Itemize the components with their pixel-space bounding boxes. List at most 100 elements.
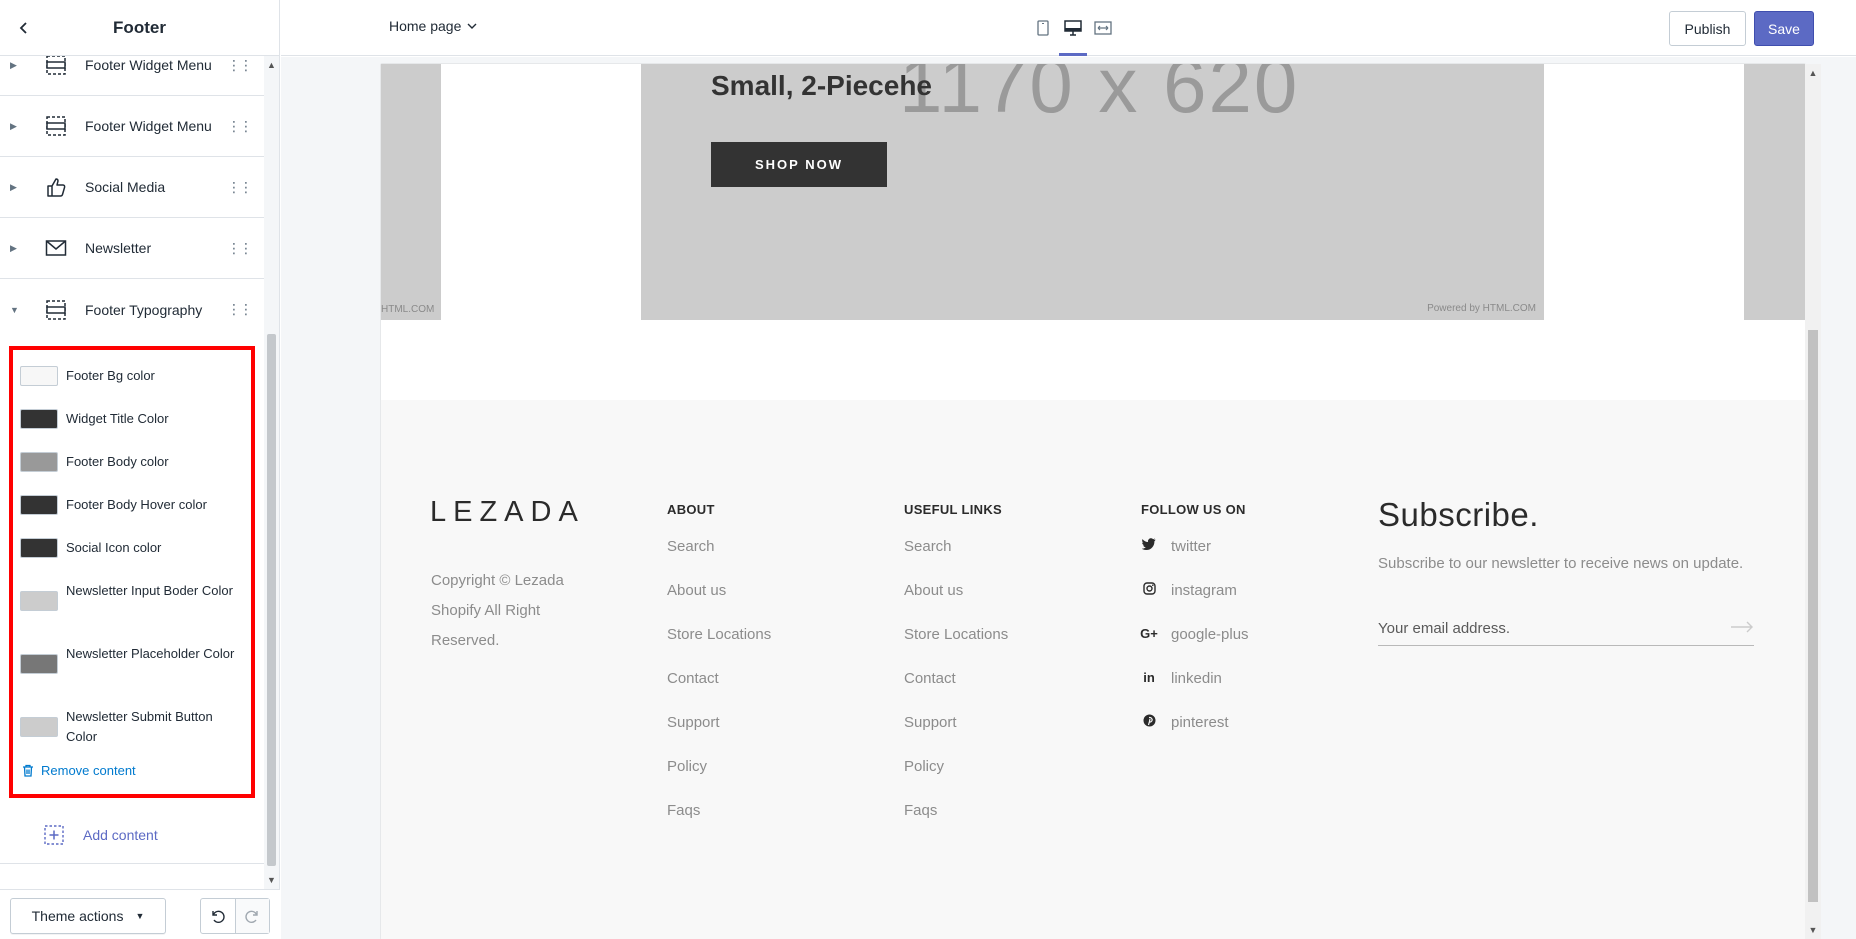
sidebar-scrollbar[interactable]: ▲ ▼ [264, 56, 279, 889]
newsletter-form [1378, 612, 1754, 646]
color-swatch[interactable] [20, 366, 58, 386]
color-setting-social-icon[interactable]: Social Icon color [20, 538, 245, 558]
shop-now-button[interactable]: SHOP NOW [711, 142, 887, 187]
footer-link[interactable]: Support [904, 714, 1008, 758]
device-toggle [1028, 16, 1118, 56]
color-setting-newsletter-placeholder[interactable]: Newsletter Placeholder Color [20, 644, 245, 674]
caret-right-icon[interactable]: ▶ [10, 182, 22, 193]
color-swatch[interactable] [20, 409, 58, 429]
widget-menu-icon [42, 296, 70, 324]
google-plus-icon: G+ [1140, 626, 1158, 641]
color-label: Footer Body color [66, 454, 169, 469]
caret-down-icon[interactable]: ▼ [10, 305, 22, 315]
scrollbar-thumb[interactable] [267, 334, 276, 866]
footer-link[interactable]: Faqs [667, 802, 771, 846]
footer-link[interactable]: Contact [667, 670, 771, 714]
footer-link[interactable]: Search [667, 538, 771, 582]
footer-link[interactable]: Faqs [904, 802, 1008, 846]
drag-handle-icon[interactable]: ⋮⋮ [227, 179, 253, 196]
sidebar-footer: Theme actions ▼ [0, 889, 280, 939]
caret-right-icon[interactable]: ▶ [10, 121, 22, 132]
color-swatch[interactable] [20, 452, 58, 472]
footer-col-about: ABOUT Search About us Store Locations Co… [667, 502, 771, 846]
drag-handle-icon[interactable]: ⋮⋮ [227, 301, 253, 318]
footer-link[interactable]: Store Locations [667, 626, 771, 670]
theme-actions-label: Theme actions [31, 908, 124, 924]
color-label: Newsletter Input Boder Color [66, 583, 233, 598]
footer-link[interactable]: About us [667, 582, 771, 626]
social-link-label: twitter [1171, 538, 1212, 555]
scroll-up-icon[interactable]: ▲ [1805, 66, 1821, 80]
footer-link[interactable]: Policy [667, 758, 771, 802]
color-setting-newsletter-submit[interactable]: Newsletter Submit Button Color [20, 707, 245, 747]
preview-scrollbar[interactable]: ▲ ▼ [1805, 64, 1821, 939]
footer-link[interactable]: Support [667, 714, 771, 758]
color-swatch[interactable] [20, 654, 58, 674]
footer-col-follow: FOLLOW US ON twitter instagram G+ google… [1140, 502, 1249, 758]
color-setting-footer-body[interactable]: Footer Body color [20, 452, 245, 472]
social-link-pinterest[interactable]: pinterest [1141, 714, 1249, 758]
social-link-label: linkedin [1171, 670, 1222, 687]
drag-handle-icon[interactable]: ⋮⋮ [227, 118, 253, 135]
footer-link[interactable]: Store Locations [904, 626, 1008, 670]
social-link-twitter[interactable]: twitter [1141, 538, 1249, 582]
color-setting-widget-title[interactable]: Widget Title Color [20, 409, 245, 429]
section-social-media[interactable]: ▶ Social Media ⋮⋮ [0, 157, 265, 218]
footer-col-heading: FOLLOW US ON [1141, 502, 1246, 517]
social-link-instagram[interactable]: instagram [1141, 582, 1249, 626]
chevron-down-icon [467, 23, 477, 29]
pinterest-icon [1141, 714, 1157, 727]
section-footer-typography[interactable]: ▼ Footer Typography ⋮⋮ [0, 279, 265, 340]
color-setting-newsletter-input-border[interactable]: Newsletter Input Boder Color [20, 581, 245, 611]
mobile-view-icon[interactable] [1028, 16, 1058, 40]
section-footer-widget-menu-1[interactable]: ▶ Footer Widget Menu ⋮⋮ [0, 56, 265, 96]
arrow-right-icon[interactable] [1730, 620, 1754, 638]
color-setting-footer-bg[interactable]: Footer Bg color [20, 366, 245, 386]
instagram-icon [1141, 582, 1157, 595]
theme-actions-button[interactable]: Theme actions ▼ [10, 898, 166, 934]
color-label: Footer Body Hover color [66, 497, 207, 512]
fullwidth-view-icon[interactable] [1088, 16, 1118, 40]
color-setting-footer-body-hover[interactable]: Footer Body Hover color [20, 495, 245, 515]
footer-link[interactable]: Policy [904, 758, 1008, 802]
color-swatch[interactable] [20, 495, 58, 515]
scroll-down-icon[interactable]: ▼ [1805, 923, 1821, 937]
sidebar-header: Footer [0, 0, 279, 56]
add-section-icon [42, 823, 66, 847]
undo-button[interactable] [201, 899, 235, 933]
save-button[interactable]: Save [1754, 11, 1814, 46]
scroll-down-icon[interactable]: ▼ [264, 873, 279, 887]
hero-margin-left [441, 64, 641, 320]
publish-button[interactable]: Publish [1669, 11, 1746, 46]
footer-link[interactable]: Search [904, 538, 1008, 582]
remove-content-button[interactable]: Remove content [22, 763, 136, 778]
caret-right-icon[interactable]: ▶ [10, 243, 22, 254]
desktop-view-icon[interactable] [1058, 16, 1088, 56]
add-content-button[interactable]: Add content [0, 806, 265, 864]
section-newsletter[interactable]: ▶ Newsletter ⋮⋮ [0, 218, 265, 279]
subscribe-description: Subscribe to our newsletter to receive n… [1378, 555, 1744, 572]
section-footer-widget-menu-2[interactable]: ▶ Footer Widget Menu ⋮⋮ [0, 96, 265, 157]
footer-col-heading: USEFUL LINKS [904, 502, 1002, 517]
color-swatch[interactable] [20, 717, 58, 737]
caret-right-icon[interactable]: ▶ [10, 60, 22, 71]
add-content-label: Add content [83, 826, 158, 843]
store-logo[interactable]: LEZADA [430, 496, 585, 529]
social-link-google-plus[interactable]: G+ google-plus [1140, 626, 1248, 670]
sidebar-title: Footer [113, 17, 166, 37]
social-link-linkedin[interactable]: in linkedin [1141, 670, 1249, 714]
drag-handle-icon[interactable]: ⋮⋮ [227, 57, 253, 74]
trash-icon [23, 764, 33, 777]
color-swatch[interactable] [20, 538, 58, 558]
drag-handle-icon[interactable]: ⋮⋮ [227, 240, 253, 257]
footer-link[interactable]: Contact [904, 670, 1008, 714]
color-swatch[interactable] [20, 591, 58, 611]
scrollbar-thumb[interactable] [1808, 330, 1818, 902]
page-selector[interactable]: Home page [389, 18, 477, 34]
twitter-icon [1141, 538, 1157, 550]
scroll-up-icon[interactable]: ▲ [264, 58, 279, 72]
email-input[interactable] [1378, 620, 1678, 637]
redo-button[interactable] [234, 899, 269, 933]
back-icon[interactable] [12, 16, 36, 40]
footer-link[interactable]: About us [904, 582, 1008, 626]
